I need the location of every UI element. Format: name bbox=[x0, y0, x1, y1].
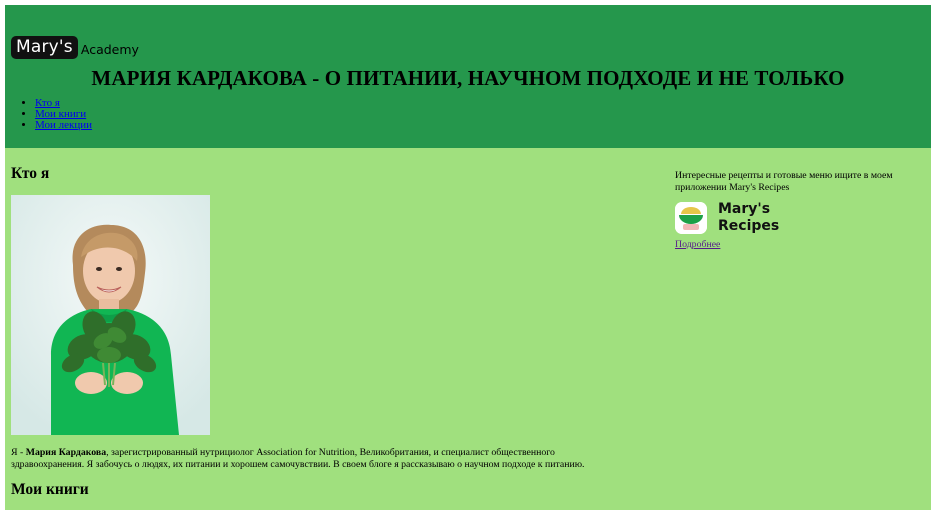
about-heading: Кто я bbox=[11, 165, 50, 182]
app-promo-text: Интересные рецепты и готовые меню ищите … bbox=[675, 170, 893, 193]
app-icon-graphic bbox=[675, 202, 707, 234]
nav-link-lectures[interactable]: Мои лекции bbox=[35, 119, 92, 131]
more-link[interactable]: Подробнее bbox=[675, 239, 720, 250]
app-name: Mary's Recipes bbox=[718, 201, 788, 235]
page-title: МАРИЯ КАРДАКОВА - О ПИТАНИИ, НАУЧНОМ ПОД… bbox=[91, 66, 845, 90]
bio-prefix: Я - bbox=[11, 447, 26, 458]
app-name-line-1: Mary's bbox=[718, 201, 771, 217]
app-name-line-2: Recipes bbox=[718, 218, 780, 234]
bio-paragraph: Я - Мария Кардакова, зарегистрированный … bbox=[11, 447, 611, 471]
portrait-illustration bbox=[11, 195, 210, 435]
site-logo[interactable]: Mary's Academy bbox=[11, 36, 139, 59]
books-heading: Мои книги bbox=[11, 481, 89, 498]
logo-text: Academy bbox=[80, 42, 139, 57]
bio-name: Мария Кардакова bbox=[25, 447, 107, 458]
site-header: Mary's Academy МАРИЯ КАРДАКОВА - О ПИТАН… bbox=[5, 5, 931, 148]
main-nav: Кто я Мои книги Мои лекции bbox=[23, 98, 92, 131]
portrait-photo bbox=[11, 195, 210, 435]
nav-item-lectures: Мои лекции bbox=[35, 120, 92, 131]
logo-badge: Mary's bbox=[11, 36, 78, 59]
app-badge[interactable]: Mary's Recipes bbox=[675, 201, 788, 235]
page: Mary's Academy МАРИЯ КАРДАКОВА - О ПИТАН… bbox=[5, 5, 931, 510]
main-content: Кто я Я - Мария Кардакова, зарегистриров… bbox=[5, 148, 931, 510]
marys-recipes-app-icon bbox=[675, 202, 707, 234]
